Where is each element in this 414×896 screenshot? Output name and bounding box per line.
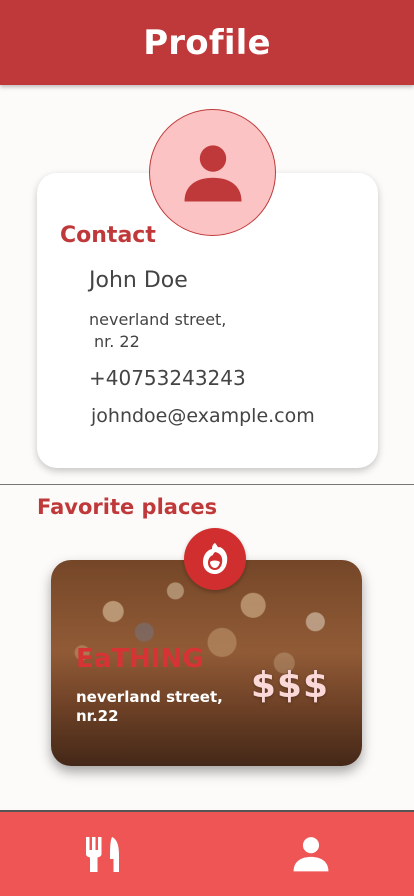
page-title: Profile [143, 22, 271, 63]
app-header: Profile [0, 0, 414, 85]
fork-knife-icon [85, 837, 119, 872]
place-address-line2: nr.22 [76, 707, 119, 725]
bottom-nav [0, 810, 414, 896]
contact-address-line1: neverland street, [89, 310, 227, 329]
flame-logo-icon-graphic [203, 543, 228, 574]
favorite-place-card[interactable]: EaTHING neverland street, nr.22 $$$ [51, 560, 362, 766]
place-price: $$$ [250, 665, 329, 706]
person-icon [184, 144, 241, 201]
flame-logo-icon [184, 528, 246, 590]
place-address-line1: neverland street, [76, 688, 223, 706]
contact-address-line2: nr. 22 [94, 332, 140, 351]
nav-profile-button[interactable] [207, 812, 414, 896]
person-icon [293, 837, 328, 872]
contact-address: neverland street, nr. 22 [89, 309, 226, 353]
contact-email[interactable]: johndoe@example.com [91, 405, 315, 427]
section-divider [0, 484, 414, 485]
favorite-places-heading: Favorite places [37, 495, 218, 519]
nav-restaurants-button[interactable] [0, 812, 207, 896]
place-address: neverland street, nr.22 [76, 688, 223, 726]
contact-phone[interactable]: +40753243243 [89, 366, 246, 390]
contact-heading: Contact [60, 223, 156, 248]
avatar[interactable] [149, 109, 276, 236]
contact-name: John Doe [89, 268, 188, 293]
place-name: EaTHING [76, 644, 204, 674]
